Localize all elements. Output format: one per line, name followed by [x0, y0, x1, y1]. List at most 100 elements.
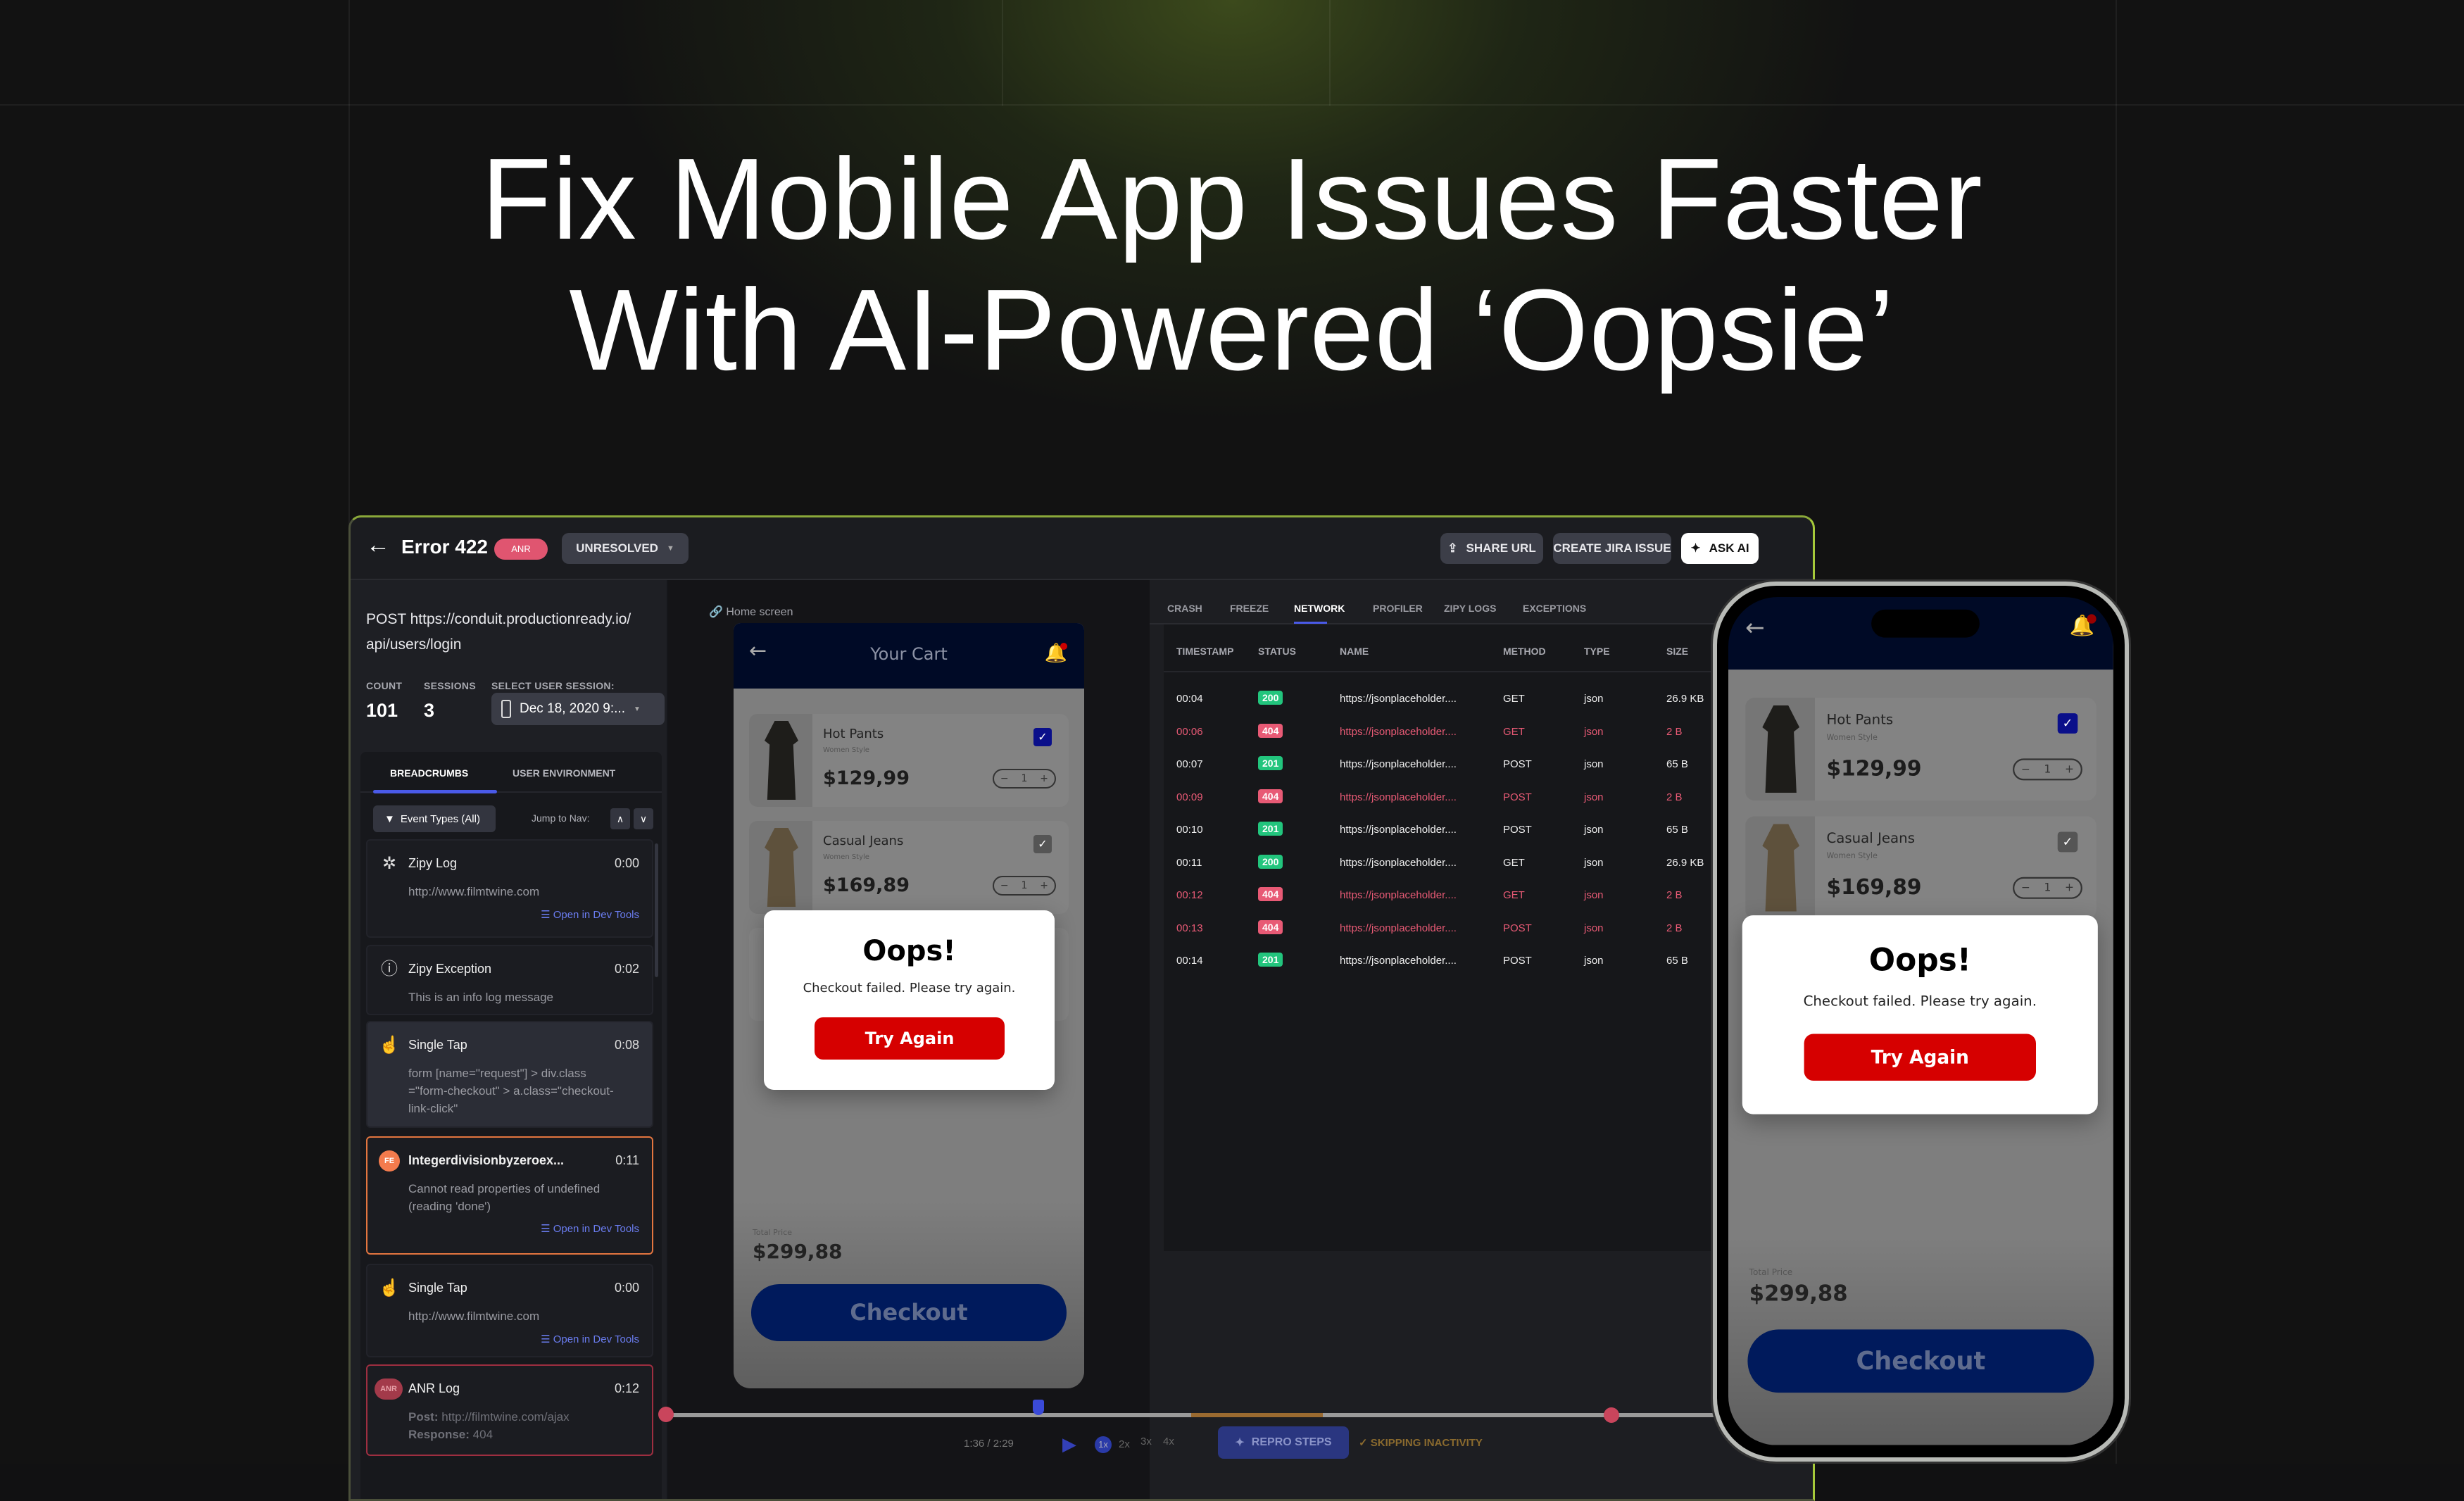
anr-badge: ANR [494, 539, 548, 560]
try-again-button[interactable]: Try Again [1804, 1034, 2037, 1081]
speed-2x[interactable]: 2x [1119, 1438, 1130, 1450]
status-badge: 200 [1258, 854, 1283, 869]
scrollbar[interactable] [655, 843, 658, 977]
playhead[interactable] [1033, 1400, 1044, 1415]
create-jira-issue-button[interactable]: CREATE JIRA ISSUE [1553, 533, 1671, 564]
tab-profiler[interactable]: PROFILER [1373, 603, 1423, 614]
event-desc: form [name="request"] > div.class ="form… [408, 1067, 614, 1115]
event-card[interactable]: ☝ Single Tap 0:00 http://www.filmtwine.c… [366, 1264, 653, 1357]
error-modal: Oops! Checkout failed. Please try again. T… [764, 910, 1055, 1090]
event-time: 0:08 [614, 1038, 639, 1052]
cell-size: 65 B [1666, 824, 1688, 836]
speed-1x[interactable]: 1x [1095, 1436, 1112, 1453]
checkbox-checked[interactable]: ✓ [2057, 831, 2078, 853]
tab-breadcrumbs[interactable]: BREADCRUMBS [390, 767, 468, 779]
tap-hand-icon: ☝ [379, 1036, 400, 1055]
cell-method: POST [1503, 791, 1532, 803]
screen-label: 🔗 Home screen [709, 606, 793, 618]
timeline-track[interactable] [661, 1413, 1154, 1417]
status-dropdown[interactable]: UNRESOLVED ▼ [562, 533, 689, 564]
post-label: Post: [408, 1410, 439, 1424]
try-again-button[interactable]: Try Again [815, 1017, 1005, 1060]
status-label: UNRESOLVED [576, 541, 658, 555]
response-label: Response: [408, 1428, 470, 1441]
alert-circle-icon: ⓘ [381, 960, 398, 979]
repro-label: REPRO STEPS [1251, 1436, 1332, 1448]
speed-4x[interactable]: 4x [1163, 1436, 1174, 1447]
tab-freeze[interactable]: FREEZE [1230, 603, 1269, 614]
qty-value: 1 [2044, 881, 2051, 895]
event-title: Single Tap [408, 1038, 467, 1052]
col-type[interactable]: TYPE [1584, 646, 1610, 657]
event-card-anr[interactable]: ANR ANR Log 0:12 Post: http://filmtwine.… [366, 1364, 653, 1456]
cell-size: 65 B [1666, 955, 1688, 967]
ask-ai-button[interactable]: ✦ ASK AI [1681, 533, 1759, 564]
col-timestamp[interactable]: TIMESTAMP [1176, 646, 1233, 657]
cell-timestamp: 00:14 [1176, 955, 1203, 967]
active-tab-indicator [373, 790, 497, 793]
open-dev-tools-link[interactable]: ☰ Open in Dev Tools [541, 908, 639, 921]
event-card-selected[interactable]: ☝ Single Tap 0:08 form [name="request"] … [366, 1021, 653, 1128]
speed-3x[interactable]: 3x [1140, 1436, 1152, 1447]
event-types-filter[interactable]: ▼ Event Types (All) [373, 805, 496, 832]
playback-time: 1:36 / 2:29 [964, 1438, 1014, 1450]
post-value: http://filmtwine.com/ajax [441, 1410, 570, 1424]
event-time: 0:00 [614, 1281, 639, 1295]
tab-zipy-logs[interactable]: ZIPY LOGS [1444, 603, 1496, 614]
col-name[interactable]: NAME [1340, 646, 1369, 657]
session-value: Dec 18, 2020 9:... [520, 701, 625, 716]
open-dev-tools-link[interactable]: ☰ Open in Dev Tools [541, 1333, 639, 1345]
checkout-button[interactable]: Checkout [751, 1284, 1067, 1341]
col-method[interactable]: METHOD [1503, 646, 1546, 657]
checkbox-checked[interactable]: ✓ [1033, 728, 1052, 746]
cell-type: json [1584, 955, 1604, 967]
cell-method: GET [1503, 856, 1525, 869]
session-dropdown[interactable]: Dec 18, 2020 9:... ▼ [491, 693, 665, 725]
open-dev-tools-link[interactable]: ☰ Open in Dev Tools [541, 1222, 639, 1235]
link-marker-icon[interactable] [1604, 1407, 1619, 1423]
quantity-stepper[interactable]: −1 + [993, 769, 1056, 789]
tab-crash[interactable]: CRASH [1167, 603, 1202, 614]
app-header: ← 🔔 [1728, 597, 2113, 670]
back-arrow-icon[interactable]: ← [366, 532, 390, 559]
checkbox-checked[interactable]: ✓ [2057, 713, 2078, 734]
session-player: 🔗 Home screen ← Your Cart 🔔 Hot Pants Wom… [658, 580, 1154, 1499]
status-badge: 404 [1258, 789, 1283, 803]
checkbox-checked[interactable]: ✓ [1033, 835, 1052, 853]
tab-network[interactable]: NETWORK [1294, 603, 1345, 614]
dev-tools-label: Open in Dev Tools [553, 1333, 639, 1345]
notification-dot [1060, 643, 1067, 650]
skipping-inactivity-toggle[interactable]: ✓ SKIPPING INACTIVITY [1359, 1436, 1483, 1449]
back-arrow-icon[interactable]: ← [1745, 614, 1765, 641]
share-url-button[interactable]: ⇪ SHARE URL [1440, 533, 1543, 564]
repro-steps-button[interactable]: ✦ REPRO STEPS [1218, 1426, 1349, 1459]
nav-up-button[interactable]: ∧ [610, 808, 630, 829]
caret-down-icon: ▼ [634, 705, 641, 713]
status-badge: 200 [1258, 691, 1283, 705]
tab-exceptions[interactable]: EXCEPTIONS [1523, 603, 1586, 614]
screen-name: Home screen [726, 606, 793, 618]
play-icon[interactable]: ▶ [1062, 1433, 1076, 1455]
endpoint: POST https://conduit.productionready.io/… [366, 607, 631, 658]
checkout-button[interactable]: Checkout [1747, 1329, 2094, 1393]
status-badge: 404 [1258, 723, 1283, 738]
event-card[interactable]: ✲ Zipy Log 0:00 http://www.filmtwine.com… [366, 839, 653, 938]
modal-message: Checkout failed. Please try again. [803, 981, 1016, 996]
app-screen: ← Your Cart 🔔 Hot Pants Women Style $129,9… [734, 623, 1084, 1388]
col-size[interactable]: SIZE [1666, 646, 1688, 657]
page-title: Error 422 [401, 536, 488, 558]
quantity-stepper[interactable]: −1 + [2013, 877, 2082, 899]
quantity-stepper[interactable]: −1 + [993, 876, 1056, 896]
item-name: Casual Jeans [1826, 830, 1915, 847]
link-marker-icon[interactable] [658, 1407, 674, 1422]
cart-item: Hot Pants Women Style $129,99 ✓ −1 + [749, 714, 1069, 807]
share-icon: ⇪ [1447, 541, 1458, 555]
col-status[interactable]: STATUS [1258, 646, 1296, 657]
nav-down-button[interactable]: ∨ [634, 808, 653, 829]
timeline-track[interactable] [1119, 1413, 1718, 1417]
modal-title: Oops! [1868, 942, 1971, 979]
tab-user-environment[interactable]: USER ENVIRONMENT [513, 767, 615, 779]
event-card[interactable]: ⓘ Zipy Exception 0:02 This is an info lo… [366, 945, 653, 1015]
quantity-stepper[interactable]: −1 + [2013, 758, 2082, 781]
event-card-exception[interactable]: FE Integerdivisionbyzeroex... 0:11 Canno… [366, 1136, 653, 1255]
